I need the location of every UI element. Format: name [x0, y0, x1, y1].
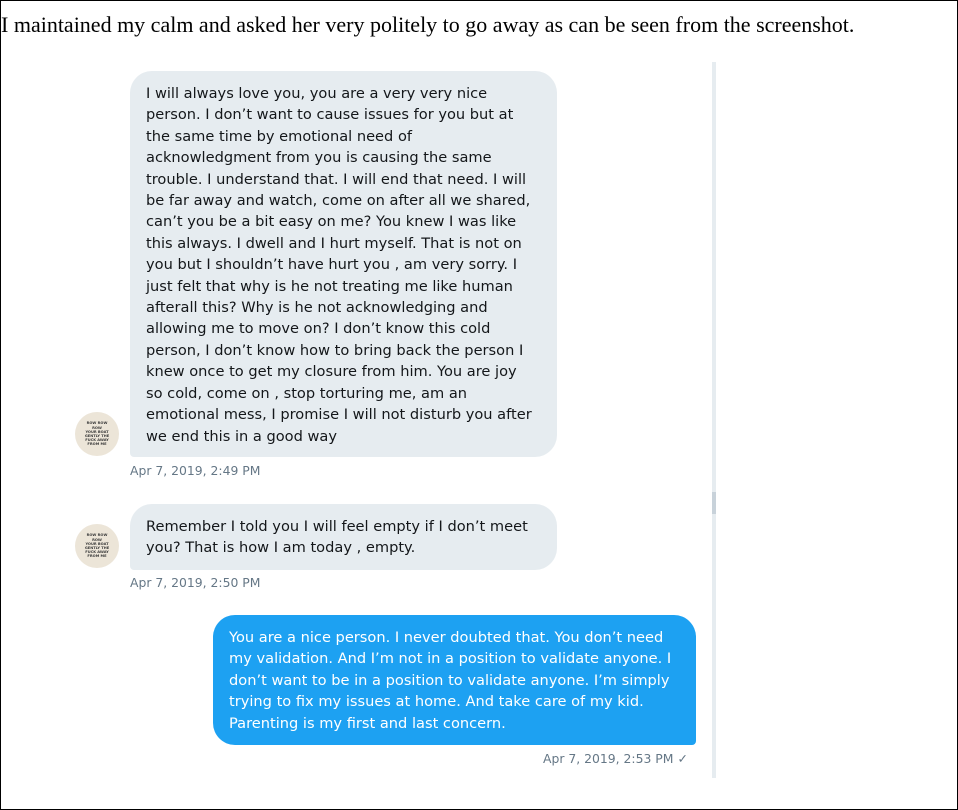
message-timestamp: Apr 7, 2019, 2:53 PM [543, 751, 674, 766]
sender-avatar[interactable]: ROW ROW ROW YOUR BOAT GENTLY THE FUCK AW… [75, 524, 119, 568]
avatar-logo-text: ROW ROW ROW YOUR BOAT GENTLY THE FUCK AW… [84, 533, 110, 559]
sender-avatar[interactable]: ROW ROW ROW YOUR BOAT GENTLY THE FUCK AW… [75, 412, 119, 456]
sent-message-bubble[interactable]: You are a nice person. I never doubted t… [213, 615, 696, 745]
dm-conversation: ROW ROW ROW YOUR BOAT GENTLY THE FUCK AW… [60, 62, 714, 778]
message-timestamp-row: Apr 7, 2019, 2:53 PM ✓ [543, 751, 688, 766]
message-timestamp: Apr 7, 2019, 2:49 PM [130, 463, 261, 478]
received-message-bubble[interactable]: I will always love you, you are a very v… [130, 71, 557, 457]
scrollbar-thumb[interactable] [712, 492, 716, 514]
caption-text: I maintained my calm and asked her very … [1, 12, 855, 37]
received-message-bubble[interactable]: Remember I told you I will feel empty if… [130, 504, 557, 570]
chat-scrollbar[interactable] [712, 62, 716, 778]
read-check-icon: ✓ [677, 751, 688, 766]
avatar-logo-text: ROW ROW ROW YOUR BOAT GENTLY THE FUCK AW… [84, 421, 110, 447]
message-timestamp: Apr 7, 2019, 2:50 PM [130, 575, 261, 590]
